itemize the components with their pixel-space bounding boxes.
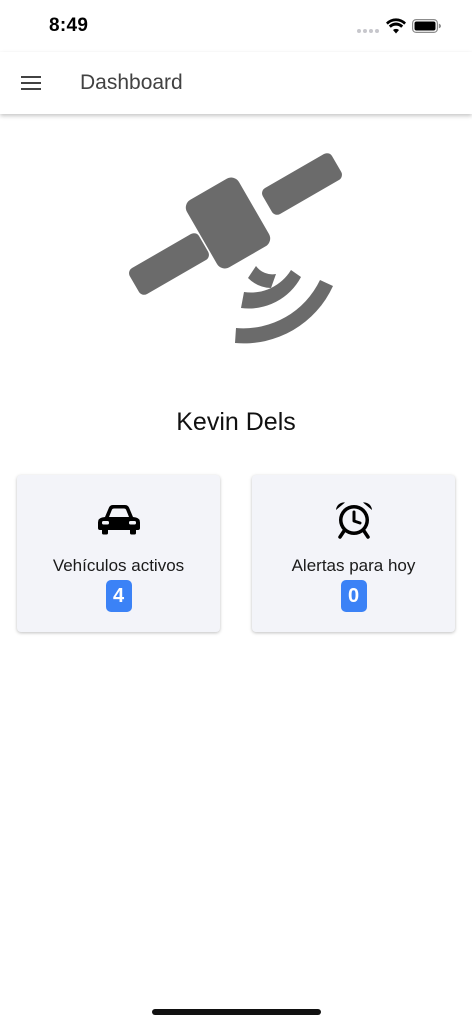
home-indicator[interactable]	[152, 1009, 321, 1015]
alarm-clock-icon	[335, 502, 372, 539]
page-title: Dashboard	[80, 71, 183, 94]
battery-icon	[412, 19, 441, 33]
status-time: 8:49	[49, 15, 89, 36]
satellite-icon	[129, 153, 342, 344]
alerts-today-count: 0	[340, 580, 367, 612]
signal-icon	[357, 29, 379, 33]
menu-button[interactable]	[12, 64, 50, 102]
active-vehicles-card[interactable]: Vehículos activos 4	[17, 475, 220, 632]
alerts-today-card[interactable]: Alertas para hoy 0	[252, 475, 455, 632]
hamburger-menu-icon	[21, 76, 41, 90]
status-bar: 8:49	[0, 0, 472, 52]
car-icon	[97, 505, 140, 535]
wifi-icon	[386, 18, 406, 34]
app-bar: Dashboard	[0, 52, 472, 114]
user-name: Kevin Dels	[176, 408, 296, 436]
alerts-today-label: Alertas para hoy	[291, 556, 416, 575]
active-vehicles-label: Vehículos activos	[52, 556, 185, 575]
active-vehicles-count: 4	[105, 580, 132, 612]
